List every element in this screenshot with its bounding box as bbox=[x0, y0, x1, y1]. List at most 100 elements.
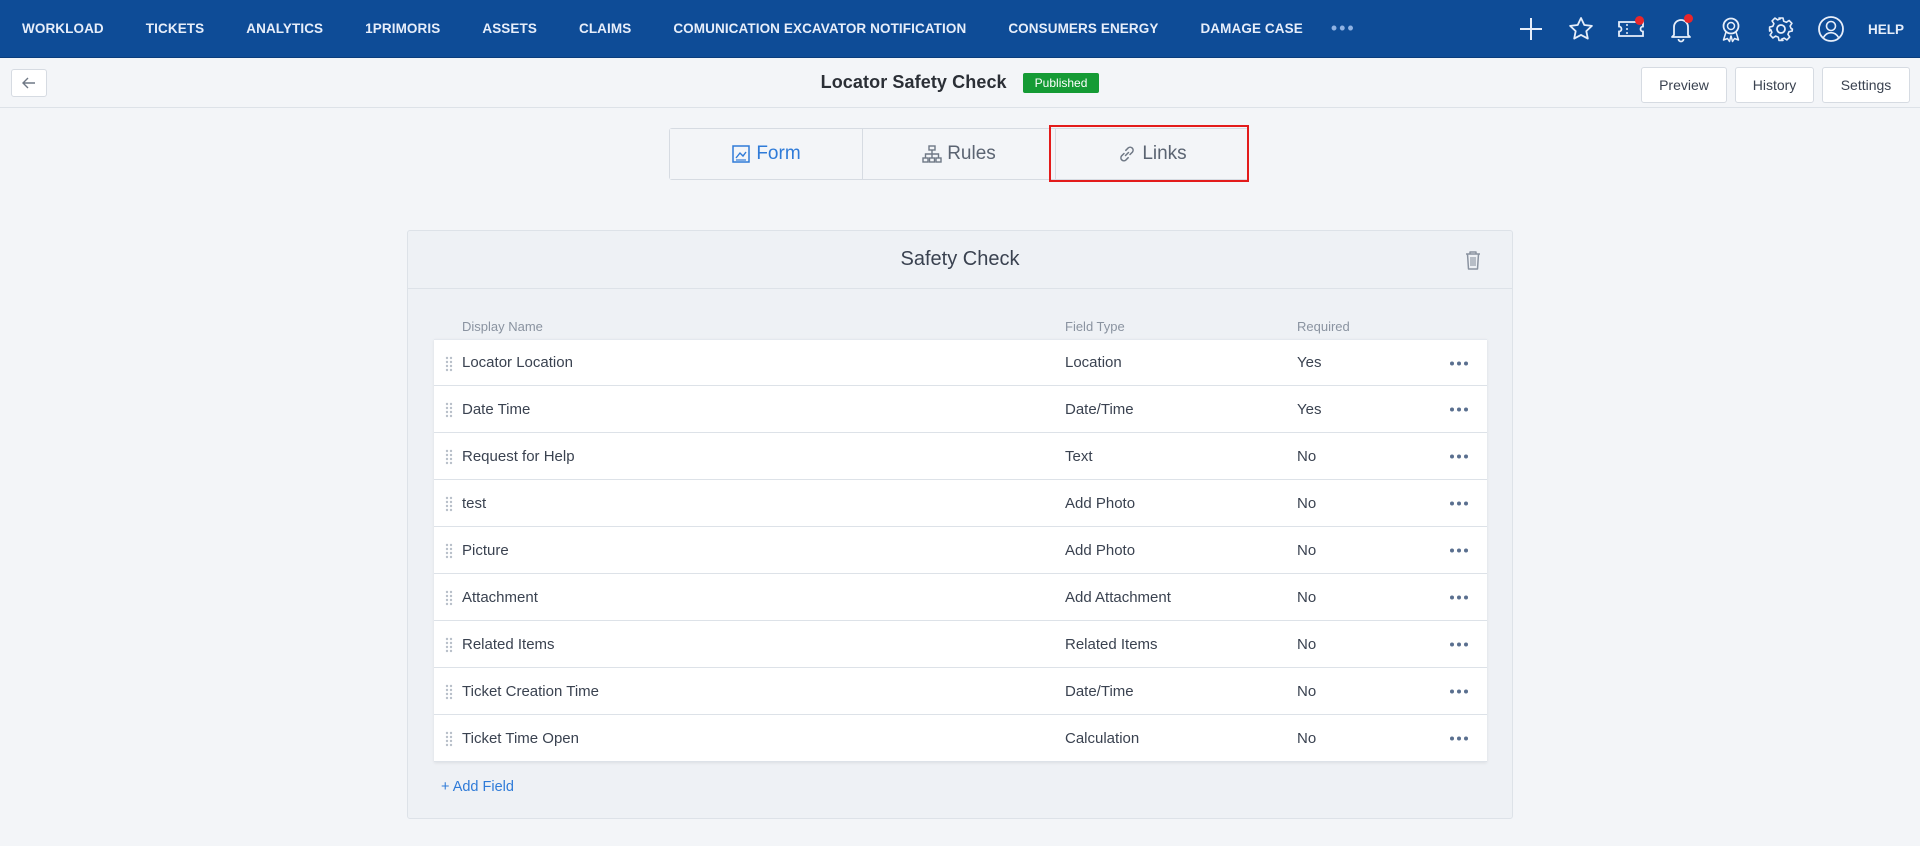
nav-item-workload[interactable]: WORKLOAD bbox=[22, 21, 104, 36]
tab-label: Links bbox=[1142, 143, 1187, 164]
field-required: Yes bbox=[1297, 400, 1322, 418]
column-header-field-type: Field Type bbox=[1065, 319, 1125, 334]
field-type: Related Items bbox=[1065, 635, 1158, 653]
ticket-icon[interactable] bbox=[1606, 0, 1656, 58]
drag-handle-icon[interactable] bbox=[444, 542, 454, 560]
field-row[interactable]: Request for Help Text No bbox=[434, 433, 1487, 480]
field-type: Location bbox=[1065, 354, 1122, 371]
form-icon bbox=[732, 145, 751, 163]
bell-icon[interactable] bbox=[1656, 0, 1706, 58]
column-header-required: Required bbox=[1297, 319, 1350, 334]
settings-button[interactable]: Settings bbox=[1822, 67, 1910, 103]
field-name: Locator Location bbox=[462, 354, 573, 371]
ellipsis-icon bbox=[1450, 689, 1468, 693]
link-icon bbox=[1120, 146, 1135, 162]
nav-item-tickets[interactable]: TICKETS bbox=[146, 21, 204, 36]
nav-actions: HELP bbox=[1506, 0, 1920, 58]
tab-label: Rules bbox=[947, 143, 996, 164]
field-row[interactable]: Date Time Date/Time Yes bbox=[434, 386, 1487, 433]
field-required: No bbox=[1297, 447, 1317, 465]
drag-handle-icon[interactable] bbox=[444, 495, 454, 513]
field-name: Ticket Creation Time bbox=[462, 682, 599, 700]
field-row[interactable]: Picture Add Photo No bbox=[434, 527, 1487, 574]
nav-item-claims[interactable]: CLAIMS bbox=[579, 21, 631, 36]
field-name: Picture bbox=[462, 541, 509, 559]
ellipsis-icon bbox=[1450, 501, 1468, 505]
nav-item-1primoris[interactable]: 1PRIMORIS bbox=[365, 21, 440, 36]
field-name: Date Time bbox=[462, 400, 531, 418]
drag-handle-icon[interactable] bbox=[444, 448, 454, 466]
tab-links[interactable]: Links bbox=[1056, 129, 1248, 179]
section-header: Safety Check bbox=[408, 231, 1512, 289]
field-name: test bbox=[462, 494, 487, 512]
preview-button[interactable]: Preview bbox=[1641, 67, 1727, 103]
field-row[interactable]: Ticket Creation Time Date/Time No bbox=[434, 668, 1487, 715]
trash-icon[interactable] bbox=[1462, 249, 1484, 271]
field-required: No bbox=[1297, 729, 1317, 747]
status-badge: Published bbox=[1022, 72, 1100, 93]
field-row[interactable]: Ticket Time Open Calculation No bbox=[434, 715, 1487, 762]
row-menu-button[interactable] bbox=[1444, 584, 1474, 610]
row-menu-button[interactable] bbox=[1444, 350, 1474, 376]
nav-item-consumers-energy[interactable]: CONSUMERS ENERGY bbox=[1008, 21, 1158, 36]
row-menu-button[interactable] bbox=[1444, 725, 1474, 751]
drag-handle-icon[interactable] bbox=[444, 355, 454, 373]
field-required: No bbox=[1297, 682, 1317, 700]
nav-item-assets[interactable]: ASSETS bbox=[482, 21, 537, 36]
nav-item-comunication-excavator-notification[interactable]: COMUNICATION EXCAVATOR NOTIFICATION bbox=[673, 21, 966, 36]
user-icon[interactable] bbox=[1806, 0, 1856, 58]
nav-item-damage-case[interactable]: DAMAGE CASE bbox=[1200, 21, 1302, 36]
drag-handle-icon[interactable] bbox=[444, 636, 454, 654]
ellipsis-icon bbox=[1450, 548, 1468, 552]
row-menu-button[interactable] bbox=[1444, 396, 1474, 422]
nav-items: WORKLOAD TICKETS ANALYTICS 1PRIMORIS ASS… bbox=[0, 0, 1356, 57]
row-menu-button[interactable] bbox=[1444, 631, 1474, 657]
field-row[interactable]: Locator Location Location Yes bbox=[434, 339, 1487, 386]
tab-label: Form bbox=[756, 143, 801, 164]
drag-handle-icon[interactable] bbox=[444, 730, 454, 748]
top-nav: WORKLOAD TICKETS ANALYTICS 1PRIMORIS ASS… bbox=[0, 0, 1920, 58]
section-title: Safety Check bbox=[900, 248, 1020, 270]
add-field-link[interactable]: + Add Field bbox=[441, 779, 514, 795]
title-group: Locator Safety Check Published bbox=[0, 72, 1920, 93]
ellipsis-icon bbox=[1450, 642, 1468, 646]
tab-rules[interactable]: Rules bbox=[863, 129, 1056, 179]
field-type: Date/Time bbox=[1065, 400, 1134, 418]
nav-item-analytics[interactable]: ANALYTICS bbox=[246, 21, 323, 36]
history-button[interactable]: History bbox=[1735, 67, 1814, 103]
row-menu-button[interactable] bbox=[1444, 443, 1474, 469]
plus-icon[interactable] bbox=[1506, 0, 1556, 58]
field-row[interactable]: Attachment Add Attachment No bbox=[434, 574, 1487, 621]
field-required: No bbox=[1297, 635, 1317, 653]
award-icon[interactable] bbox=[1706, 0, 1756, 58]
field-required: No bbox=[1297, 494, 1317, 512]
drag-handle-icon[interactable] bbox=[444, 589, 454, 607]
form-section-card: Safety Check Display Name Field Type Req… bbox=[407, 230, 1513, 819]
field-type: Text bbox=[1065, 447, 1093, 465]
gear-icon[interactable] bbox=[1756, 0, 1806, 58]
field-type: Calculation bbox=[1065, 729, 1140, 747]
field-name: Related Items bbox=[462, 635, 555, 653]
tab-form[interactable]: Form bbox=[670, 129, 863, 179]
drag-handle-icon[interactable] bbox=[444, 683, 454, 701]
notification-dot bbox=[1634, 16, 1644, 25]
drag-handle-icon[interactable] bbox=[444, 401, 454, 419]
row-menu-button[interactable] bbox=[1444, 490, 1474, 516]
field-row[interactable]: Related Items Related Items No bbox=[434, 621, 1487, 668]
ellipsis-icon bbox=[1450, 736, 1468, 740]
row-menu-button[interactable] bbox=[1444, 678, 1474, 704]
ellipsis-icon bbox=[1450, 454, 1468, 458]
field-type: Date/Time bbox=[1065, 682, 1134, 700]
editor-tabs: Form Rules Links bbox=[669, 128, 1249, 180]
row-menu-button[interactable] bbox=[1444, 537, 1474, 563]
header-actions: Preview History Settings bbox=[1633, 67, 1910, 103]
field-row[interactable]: test Add Photo No bbox=[434, 480, 1487, 527]
field-type: Add Photo bbox=[1065, 541, 1136, 559]
field-type: Add Photo bbox=[1065, 494, 1136, 512]
nav-more-button[interactable]: ••• bbox=[1331, 18, 1356, 39]
help-link[interactable]: HELP bbox=[1856, 22, 1920, 37]
star-icon[interactable] bbox=[1556, 0, 1606, 58]
page-title: Locator Safety Check bbox=[820, 72, 1007, 92]
field-name: Request for Help bbox=[462, 447, 575, 465]
notification-dot bbox=[1683, 14, 1693, 23]
